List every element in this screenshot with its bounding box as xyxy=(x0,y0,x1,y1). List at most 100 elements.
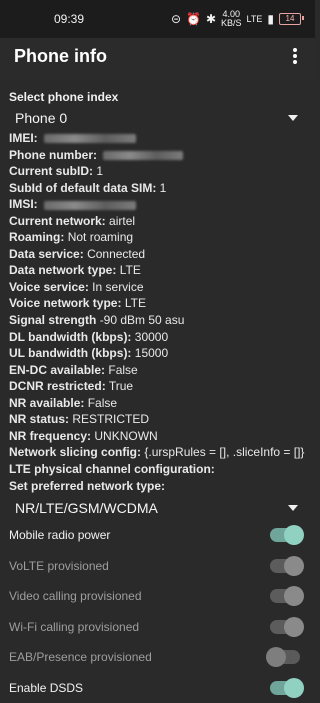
info-key: Voice network type: xyxy=(9,296,121,310)
toggle-knob xyxy=(284,556,304,576)
phone-info-content: Select phone index Phone 0 IMEI: Phone nu… xyxy=(9,90,306,520)
info-key: SubId of default data SIM: xyxy=(9,181,156,195)
info-key: Data network type: xyxy=(9,263,116,277)
dropdown-arrow-icon xyxy=(288,115,298,121)
info-value: Not roaming xyxy=(68,230,133,244)
toggle-switch[interactable] xyxy=(270,620,300,634)
preferred-network-value: NR/LTE/GSM/WCDMA xyxy=(15,500,158,516)
dropdown-arrow-icon xyxy=(288,505,298,511)
info-value: -90 dBm 50 asu xyxy=(100,313,185,327)
info-value: {.urspRules = [], .sliceInfo = []} xyxy=(144,445,304,459)
info-value: In service xyxy=(92,280,143,294)
info-value: False xyxy=(108,363,137,377)
info-value: 15000 xyxy=(135,346,168,360)
signal-icon: ▮ xyxy=(267,12,274,26)
switch-label: Enable DSDS xyxy=(9,681,83,695)
info-row: Current network: airtel xyxy=(9,213,306,230)
info-value: LTE xyxy=(120,263,141,277)
redacted-value xyxy=(44,134,136,143)
info-row: IMEI: xyxy=(9,130,306,147)
switch-row: EAB/Presence provisioned xyxy=(9,642,306,673)
alarm-icon: ⏰ xyxy=(186,12,201,26)
switch-label: Video calling provisioned xyxy=(9,589,142,603)
bluetooth-icon: ✱ xyxy=(206,12,216,26)
info-value: 1 xyxy=(96,164,103,178)
switch-label: EAB/Presence provisioned xyxy=(9,650,152,664)
preferred-network-select[interactable]: NR/LTE/GSM/WCDMA xyxy=(9,496,306,520)
info-row: Current subID: 1 xyxy=(9,163,306,180)
switch-label: Mobile radio power xyxy=(9,528,110,542)
info-value: airtel xyxy=(109,214,135,228)
info-value: True xyxy=(109,379,133,393)
info-row: NR available: False xyxy=(9,395,306,412)
info-key: Roaming: xyxy=(9,230,64,244)
info-row: DCNR restricted: True xyxy=(9,378,306,395)
battery-level: 14 xyxy=(279,13,301,25)
app-bar: Phone info xyxy=(0,38,315,80)
provisioning-switches: Mobile radio power VoLTE provisioned Video… xyxy=(9,520,306,703)
info-value: 30000 xyxy=(135,330,168,344)
info-key: IMEI: xyxy=(9,131,38,145)
info-row: Roaming: Not roaming xyxy=(9,229,306,246)
info-value: LTE xyxy=(125,296,146,310)
info-key: IMSI: xyxy=(9,197,38,211)
info-row: Phone number: xyxy=(9,147,306,164)
overflow-menu-icon[interactable] xyxy=(289,46,301,66)
network-speed-unit: KB/S xyxy=(221,19,242,28)
info-key: NR status: xyxy=(9,412,69,426)
info-key: NR available: xyxy=(9,396,84,410)
info-value: Connected xyxy=(87,247,145,261)
status-time: 09:39 xyxy=(54,12,84,26)
info-row: Signal strength -90 dBm 50 asu xyxy=(9,312,306,329)
info-row: Data network type: LTE xyxy=(9,262,306,279)
toggle-switch[interactable] xyxy=(270,681,300,695)
preferred-network-label: Set preferred network type: xyxy=(9,479,306,493)
info-row: SubId of default data SIM: 1 xyxy=(9,180,306,197)
info-row: Network slicing config: {.urspRules = []… xyxy=(9,444,306,461)
info-row: IMSI: xyxy=(9,196,306,213)
page-title: Phone info xyxy=(14,46,107,67)
switch-row: VoLTE provisioned xyxy=(9,551,306,582)
redacted-value xyxy=(44,201,136,210)
info-key: NR frequency: xyxy=(9,429,91,443)
info-row: UL bandwidth (kbps): 15000 xyxy=(9,345,306,362)
toggle-switch[interactable] xyxy=(270,559,300,573)
info-row: Voice network type: LTE xyxy=(9,295,306,312)
switch-row: Video calling provisioned xyxy=(9,581,306,612)
toggle-switch[interactable] xyxy=(270,528,300,542)
switch-row: Mobile radio power xyxy=(9,520,306,551)
phone-index-select[interactable]: Phone 0 xyxy=(9,106,306,130)
info-key: DCNR restricted: xyxy=(9,379,106,393)
info-key: Phone number: xyxy=(9,148,97,162)
info-row: NR frequency: UNKNOWN xyxy=(9,428,306,445)
info-value: UNKNOWN xyxy=(94,429,157,443)
info-key: LTE physical channel configuration: xyxy=(9,462,215,476)
redacted-value xyxy=(103,151,183,160)
phone-index-label: Select phone index xyxy=(9,90,306,104)
info-row: LTE physical channel configuration: xyxy=(9,461,306,478)
info-key: DL bandwidth (kbps): xyxy=(9,330,131,344)
toggle-knob xyxy=(284,678,304,698)
switch-label: VoLTE provisioned xyxy=(9,559,109,573)
network-type-label: LTE xyxy=(247,15,263,24)
toggle-knob xyxy=(284,525,304,545)
info-key: Voice service: xyxy=(9,280,89,294)
toggle-knob xyxy=(284,586,304,606)
info-list: IMEI: Phone number:Current subID: 1SubId … xyxy=(9,130,306,477)
info-key: EN-DC available: xyxy=(9,363,105,377)
phone-index-value: Phone 0 xyxy=(15,110,67,126)
info-row: Voice service: In service xyxy=(9,279,306,296)
info-row: EN-DC available: False xyxy=(9,362,306,379)
info-key: Current network: xyxy=(9,214,106,228)
toggle-switch[interactable] xyxy=(270,589,300,603)
info-key: Signal strength xyxy=(9,313,96,327)
toggle-switch[interactable] xyxy=(270,650,300,664)
status-bar: 09:39 ⊝ ⏰ ✱ 4.00 KB/S LTE ▮ 14 xyxy=(0,0,315,38)
network-speed: 4.00 KB/S xyxy=(221,10,242,28)
switch-label: Wi-Fi calling provisioned xyxy=(9,620,139,634)
switch-row: Enable DSDS xyxy=(9,673,306,703)
battery-icon: 14 xyxy=(279,13,301,25)
toggle-knob xyxy=(284,617,304,637)
info-row: DL bandwidth (kbps): 30000 xyxy=(9,329,306,346)
info-row: Data service: Connected xyxy=(9,246,306,263)
